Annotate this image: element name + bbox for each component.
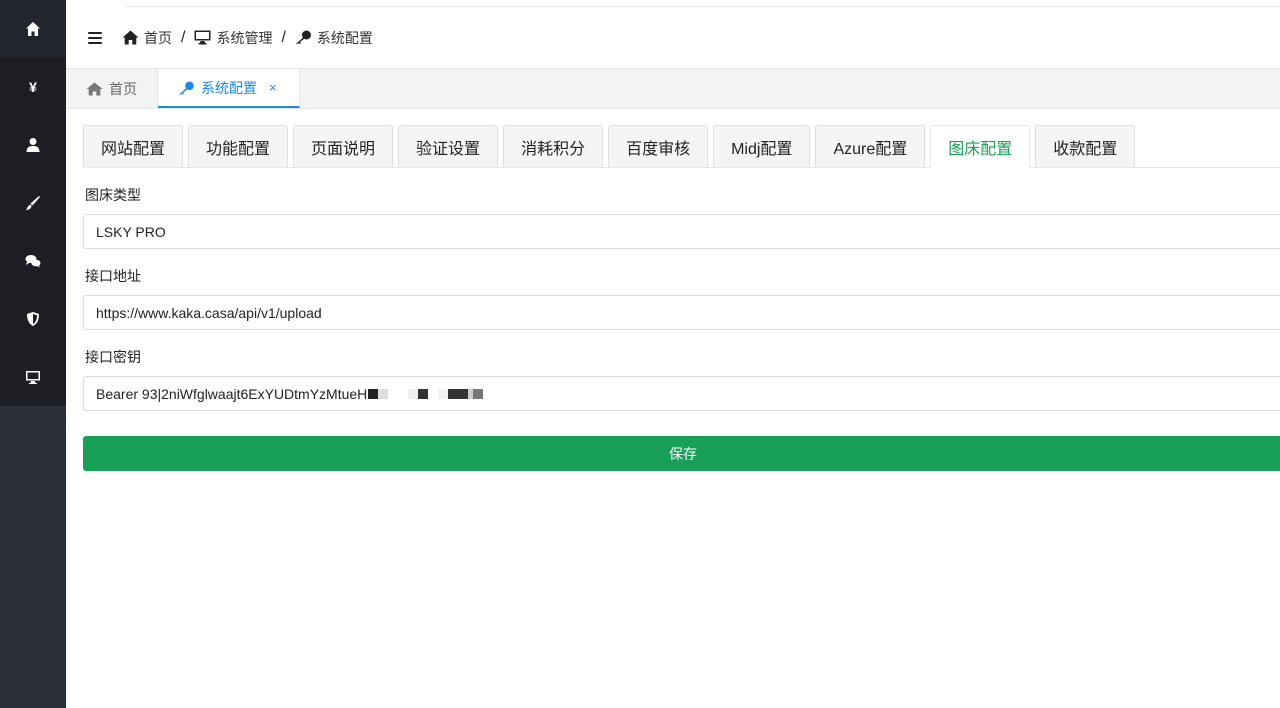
tag-system-config[interactable]: 系统配置 × [158, 69, 300, 108]
api-url-input[interactable]: https://www.kaka.casa/api/v1/upload [83, 295, 1280, 330]
redacted-mask [368, 388, 484, 399]
breadcrumb-item-home[interactable]: 首页 [122, 28, 172, 48]
breadcrumb-separator: / [281, 28, 286, 46]
tab-payment-config[interactable]: 收款配置 [1035, 125, 1136, 167]
tab-azure-config[interactable]: Azure配置 [815, 125, 926, 167]
home-icon [26, 22, 40, 36]
config-tabs: 网站配置 功能配置 页面说明 验证设置 消耗积分 百度审核 Midj配置 Azu… [83, 125, 1280, 168]
home-icon [122, 30, 139, 45]
api-key-value: Bearer 93|2niWfglwaajt6ExYUDtmYzMtueH [96, 385, 368, 402]
tab-image-host-config[interactable]: 图床配置 [930, 125, 1031, 168]
sidebar-item-drawing[interactable] [0, 174, 66, 232]
chat-icon [25, 255, 41, 268]
breadcrumb: 首页 / 系统管理 / 系统配置 [122, 28, 373, 48]
hamburger-menu-icon[interactable] [88, 31, 102, 44]
image-host-form: 图床类型 LSKY PRO 接口地址 https://www.kaka.casa… [83, 168, 1280, 471]
tags-bar: 首页 系统配置 × [66, 69, 1280, 109]
breadcrumb-item-system-management[interactable]: 系统管理 [194, 28, 272, 48]
tab-verification-settings[interactable]: 验证设置 [398, 125, 499, 167]
image-host-type-select[interactable]: LSKY PRO [83, 214, 1280, 249]
tag-label: 系统配置 [201, 79, 257, 96]
breadcrumb-item-system-config[interactable]: 系统配置 [295, 28, 373, 48]
image-host-type-value: LSKY PRO [96, 223, 166, 240]
sidebar-item-security[interactable] [0, 290, 66, 348]
tab-points-consumption[interactable]: 消耗积分 [503, 125, 604, 167]
top-divider [126, 0, 1280, 7]
home-icon [86, 82, 103, 95]
key-icon [295, 30, 311, 44]
main-area: 首页 / 系统管理 / 系统配置 首页 系统配置 × 网站配置 功能配置 页面说… [66, 0, 1280, 708]
tab-website-config[interactable]: 网站配置 [83, 125, 184, 167]
tab-baidu-review[interactable]: 百度审核 [608, 125, 709, 167]
api-url-value: https://www.kaka.casa/api/v1/upload [96, 304, 322, 321]
api-key-input[interactable]: Bearer 93|2niWfglwaajt6ExYUDtmYzMtueH [83, 376, 1280, 411]
brush-icon [26, 196, 40, 210]
breadcrumb-label: 系统管理 [216, 29, 273, 46]
breadcrumb-label: 首页 [144, 29, 172, 46]
sidebar-item-home[interactable] [0, 0, 66, 58]
tab-feature-config[interactable]: 功能配置 [188, 125, 289, 167]
sidebar-item-users[interactable] [0, 116, 66, 174]
tag-home[interactable]: 首页 [66, 69, 158, 108]
monitor-icon [194, 30, 211, 45]
tab-midj-config[interactable]: Midj配置 [713, 125, 811, 167]
content: 网站配置 功能配置 页面说明 验证设置 消耗积分 百度审核 Midj配置 Azu… [66, 109, 1280, 471]
save-button[interactable]: 保存 [83, 436, 1280, 471]
breadcrumb-separator: / [181, 28, 186, 46]
key-icon [179, 81, 194, 94]
api-url-label: 接口地址 [85, 268, 141, 284]
breadcrumb-label: 系统配置 [316, 29, 373, 46]
tab-page-description[interactable]: 页面说明 [293, 125, 394, 167]
close-icon[interactable]: × [269, 80, 277, 95]
sidebar-item-finance[interactable]: ¥ [0, 58, 66, 116]
sidebar: ¥ [0, 0, 66, 708]
user-icon [26, 138, 40, 152]
navbar: 首页 / 系统管理 / 系统配置 [66, 7, 1280, 69]
tag-label: 首页 [109, 80, 137, 97]
sidebar-menu: ¥ [0, 0, 66, 406]
api-key-label: 接口密钥 [85, 349, 141, 365]
sidebar-item-chat[interactable] [0, 232, 66, 290]
monitor-icon [26, 371, 40, 384]
sidebar-item-system[interactable] [0, 348, 66, 406]
image-host-type-label: 图床类型 [85, 187, 141, 203]
yen-icon: ¥ [29, 79, 37, 95]
shield-icon [27, 312, 39, 326]
